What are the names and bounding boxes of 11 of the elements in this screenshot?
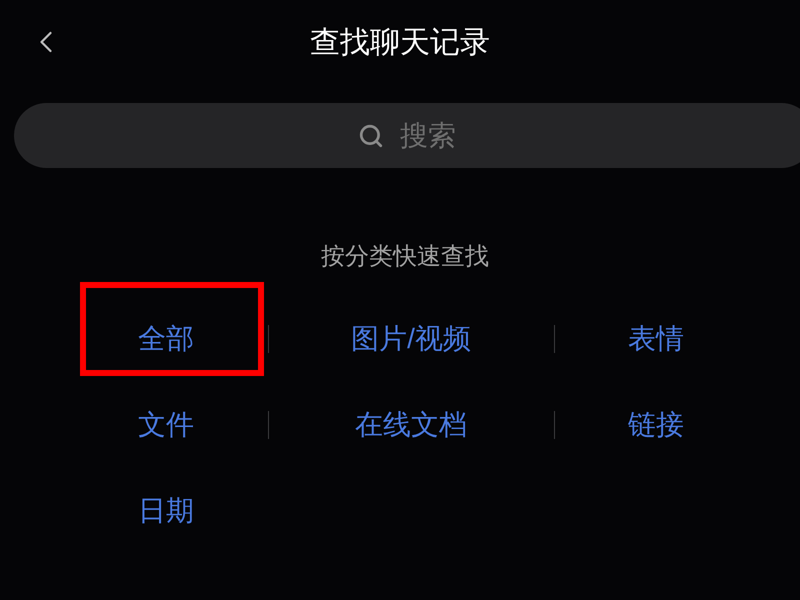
category-link[interactable]: 文件 bbox=[138, 411, 194, 439]
page-title: 查找聊天记录 bbox=[310, 28, 490, 58]
category-link[interactable]: 链接 bbox=[628, 411, 684, 439]
category-link[interactable]: 在线文档 bbox=[355, 411, 467, 439]
search-icon bbox=[358, 123, 384, 149]
category-link[interactable]: 表情 bbox=[628, 325, 684, 353]
search-field[interactable]: 搜索 bbox=[14, 103, 800, 168]
category-link[interactable]: 日期 bbox=[138, 497, 194, 525]
section-title: 按分类快速查找 bbox=[320, 245, 490, 269]
category-link[interactable]: 图片/视频 bbox=[351, 325, 471, 353]
category-link[interactable]: 全部 bbox=[138, 325, 194, 353]
